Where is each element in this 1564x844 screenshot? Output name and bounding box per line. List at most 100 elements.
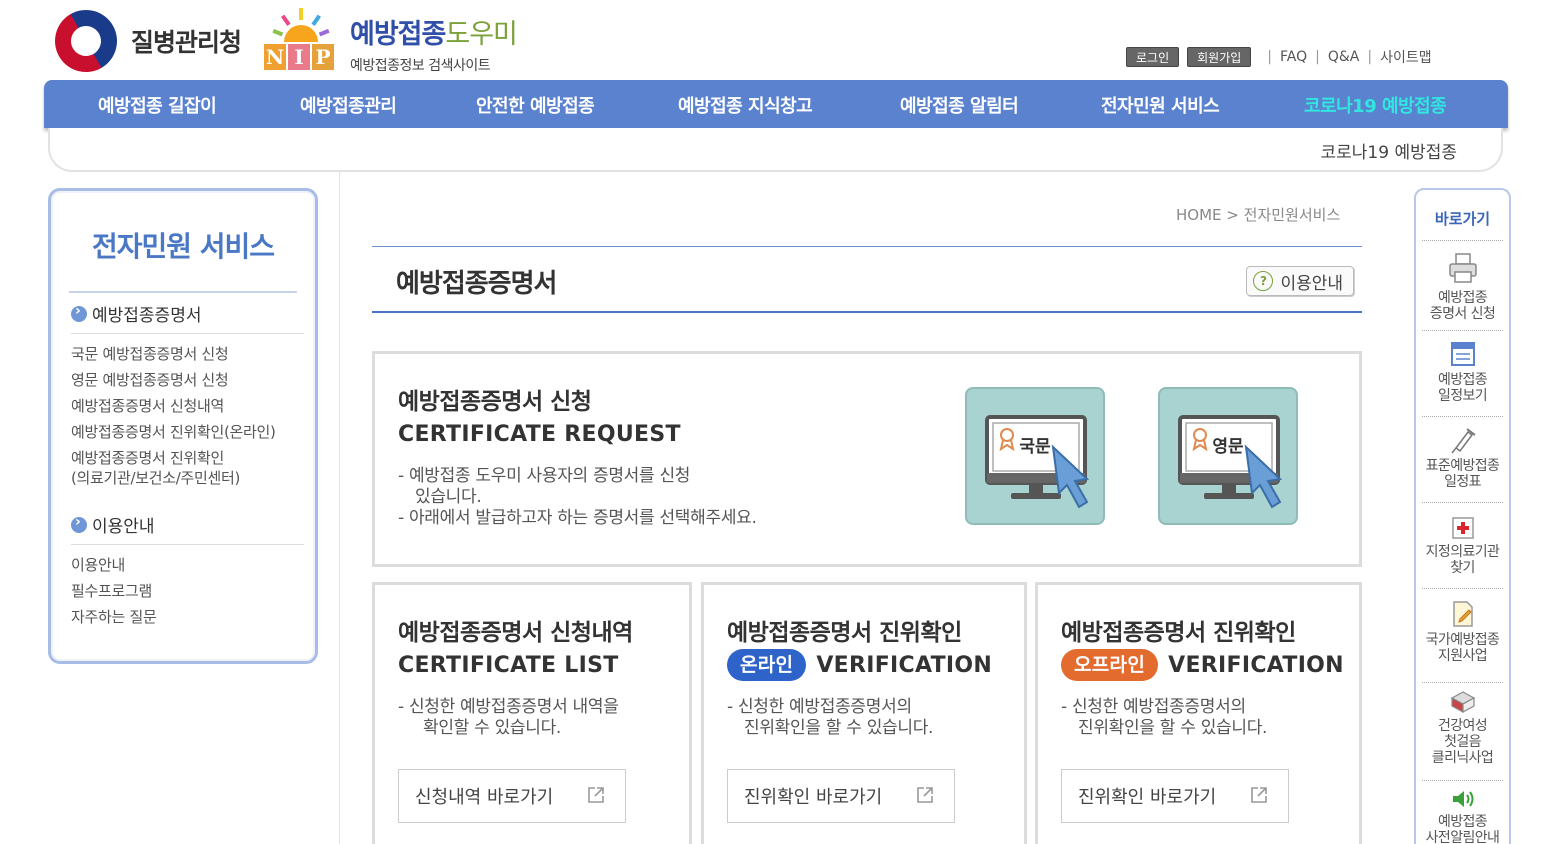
nav-item-e-civil-service[interactable]: 전자민원 서비스 [1101, 92, 1220, 118]
quick-menu: 바로가기 예방접종 증명서 신청 예방접종 일정보기 표준예방접종 일정표 지정… [1414, 188, 1511, 844]
link-line: 예방접종증명서 진위확인 [71, 449, 224, 467]
quick-menu-title: 바로가기 [1434, 210, 1491, 228]
quick-schedule[interactable]: 예방접종 일정보기 [1416, 340, 1509, 404]
quick-pre-notification[interactable]: 예방접종 사전알림안내 [1416, 788, 1509, 844]
schedule-icon [1450, 342, 1475, 366]
nav-item-knowledge[interactable]: 예방접종 지식창고 [678, 92, 813, 118]
quick-standard-schedule[interactable]: 표준예방접종 일정표 [1416, 426, 1509, 490]
divider [71, 544, 304, 545]
kdca-logo[interactable]: 질병관리청 [43, 0, 242, 84]
nip-logo[interactable]: N I P [262, 8, 342, 72]
request-heading: 예방접종증명서 신청 [398, 389, 592, 415]
online-english-heading: 온라인 VERIFICATION [727, 649, 992, 681]
external-link-icon [917, 787, 933, 803]
request-english-heading: CERTIFICATE REQUEST [398, 422, 681, 447]
offline-verification-panel: 예방접종증명서 진위확인 오프라인 VERIFICATION - 신청한 예방접… [1035, 582, 1362, 844]
external-link-icon [1251, 787, 1267, 803]
online-verify-button[interactable]: 진위확인 바로가기 [727, 769, 955, 823]
quick-national-support[interactable]: 국가예방접종 지원사업 [1416, 600, 1509, 664]
external-link-icon [588, 787, 604, 803]
nav-item-safe-vaccination[interactable]: 안전한 예방접종 [476, 92, 595, 118]
login-button[interactable]: 로그인 [1126, 47, 1180, 67]
divider [69, 291, 297, 293]
qna-link[interactable]: Q&A [1328, 49, 1360, 65]
document-icon [1452, 601, 1473, 627]
sidebar-link-programs[interactable]: 필수프로그램 [71, 581, 152, 601]
english-label: VERIFICATION [816, 652, 993, 678]
sitemap-link[interactable]: 사이트맵 [1380, 47, 1432, 67]
section-label: 예방접종증명서 [92, 306, 202, 326]
divider [339, 172, 340, 844]
quick-women-clinic[interactable]: 건강여성 첫걸음 클리닉사업 [1416, 690, 1509, 766]
online-heading: 예방접종증명서 진위확인 [727, 620, 962, 646]
sidebar-section-certificate[interactable]: 예방접종증명서 [71, 301, 201, 326]
sidebar-link-korean-request[interactable]: 국문 예방접종증명서 신청 [71, 344, 229, 364]
monitor-cursor-icon: 국문 [985, 415, 1090, 509]
offline-english-heading: 오프라인 VERIFICATION [1061, 649, 1344, 681]
brand-subtitle: 예방접종정보 검색사이트 [350, 58, 491, 74]
question-icon: ? [1253, 271, 1274, 291]
sidebar-link-faq[interactable]: 자주하는 질문 [71, 607, 157, 627]
request-history-button[interactable]: 신청내역 바로가기 [398, 769, 626, 823]
offline-heading: 예방접종증명서 진위확인 [1061, 620, 1296, 646]
list-heading: 예방접종증명서 신청내역 [398, 620, 633, 646]
english-card-label: 영문 [1212, 437, 1244, 457]
online-description: - 신청한 예방접종증명서의 진위확인을 할 수 있습니다. [727, 697, 934, 738]
printer-icon [1448, 253, 1477, 283]
korean-certificate-card[interactable]: 국문 [965, 387, 1105, 525]
usage-guide-button[interactable]: ? 이용안내 [1246, 266, 1354, 296]
breadcrumb: HOME > 전자민원서비스 [1176, 204, 1340, 225]
divider: | [1367, 49, 1373, 65]
site-brand[interactable]: 예방접종도우미 예방접종정보 검색사이트 [350, 12, 518, 75]
button-label: 진위확인 바로가기 [1078, 787, 1217, 808]
english-label: VERIFICATION [1168, 652, 1344, 678]
divider [1422, 780, 1503, 781]
nip-letter-p: P [312, 44, 334, 70]
list-description: - 신청한 예방접종증명서 내역을 확인할 수 있습니다. [398, 697, 619, 738]
sidebar-link-request-history[interactable]: 예방접종증명서 신청내역 [71, 396, 224, 416]
request-description: - 예방접종 도우미 사용자의 증명서를 신청 있습니다. - 아래에서 발급하… [398, 466, 757, 528]
divider: | [1267, 49, 1273, 65]
sidebar-link-verify-offline[interactable]: 예방접종증명서 진위확인 (의료기관/보건소/주민센터) [71, 448, 240, 488]
bullet-arrow-icon [71, 514, 87, 533]
sidebar-link-verify-online[interactable]: 예방접종증명서 진위확인(온라인) [71, 422, 276, 442]
breadcrumb-current: 전자민원서비스 [1243, 206, 1341, 224]
divider [1422, 682, 1503, 683]
nav-item-notice[interactable]: 예방접종 알림터 [900, 92, 1019, 118]
sub-navigation-bar: 코로나19 예방접종 [48, 128, 1503, 172]
online-badge: 온라인 [727, 649, 807, 681]
nav-item-guide[interactable]: 예방접종 길잡이 [98, 92, 217, 118]
breadcrumb-home[interactable]: HOME [1176, 206, 1222, 224]
nav-item-management[interactable]: 예방접종관리 [300, 92, 397, 118]
offline-verify-button[interactable]: 진위확인 바로가기 [1061, 769, 1289, 823]
divider [71, 333, 304, 334]
korean-card-label: 국문 [1019, 437, 1051, 457]
brand-title: 예방접종도우미 [350, 19, 518, 50]
certificate-list-panel: 예방접종증명서 신청내역 CERTIFICATE LIST - 신청한 예방접종… [372, 582, 692, 844]
join-button[interactable]: 회원가입 [1187, 47, 1252, 67]
button-label: 진위확인 바로가기 [744, 787, 883, 808]
sub-nav-covid19[interactable]: 코로나19 예방접종 [1320, 138, 1457, 163]
button-label: 이용안내 [1280, 273, 1343, 294]
online-verification-panel: 예방접종증명서 진위확인 온라인 VERIFICATION - 신청한 예방접종… [701, 582, 1027, 844]
link-line: (의료기관/보건소/주민센터) [71, 469, 241, 487]
quick-find-hospital[interactable]: 지정의료기관 찾기 [1416, 514, 1509, 576]
taegeuk-emblem-icon [43, 0, 129, 84]
page-title: 예방접종증명서 [396, 269, 557, 299]
divider [1422, 416, 1503, 417]
quick-certificate-request[interactable]: 예방접종 증명서 신청 [1416, 252, 1509, 322]
clinic-icon [1450, 691, 1475, 714]
speaker-icon [1452, 791, 1473, 807]
sidebar-link-english-request[interactable]: 영문 예방접종증명서 신청 [71, 370, 229, 390]
page-title-bar: 예방접종증명서 ? 이용안내 [372, 246, 1362, 313]
english-certificate-card[interactable]: 영문 [1158, 387, 1298, 525]
nip-letter-i: I [288, 44, 310, 70]
main-navigation: 예방접종 길잡이 예방접종관리 안전한 예방접종 예방접종 지식창고 예방접종 … [44, 80, 1508, 128]
sidebar-link-guide[interactable]: 이용안내 [71, 555, 125, 575]
list-english-heading: CERTIFICATE LIST [398, 653, 619, 678]
faq-link[interactable]: FAQ [1280, 49, 1307, 65]
bullet-arrow-icon [71, 303, 87, 322]
utility-links: 로그인 회원가입 | FAQ | Q&A | 사이트맵 [1126, 47, 1432, 67]
sidebar-section-guide[interactable]: 이용안내 [71, 512, 155, 537]
nav-item-covid19[interactable]: 코로나19 예방접종 [1304, 92, 1447, 118]
